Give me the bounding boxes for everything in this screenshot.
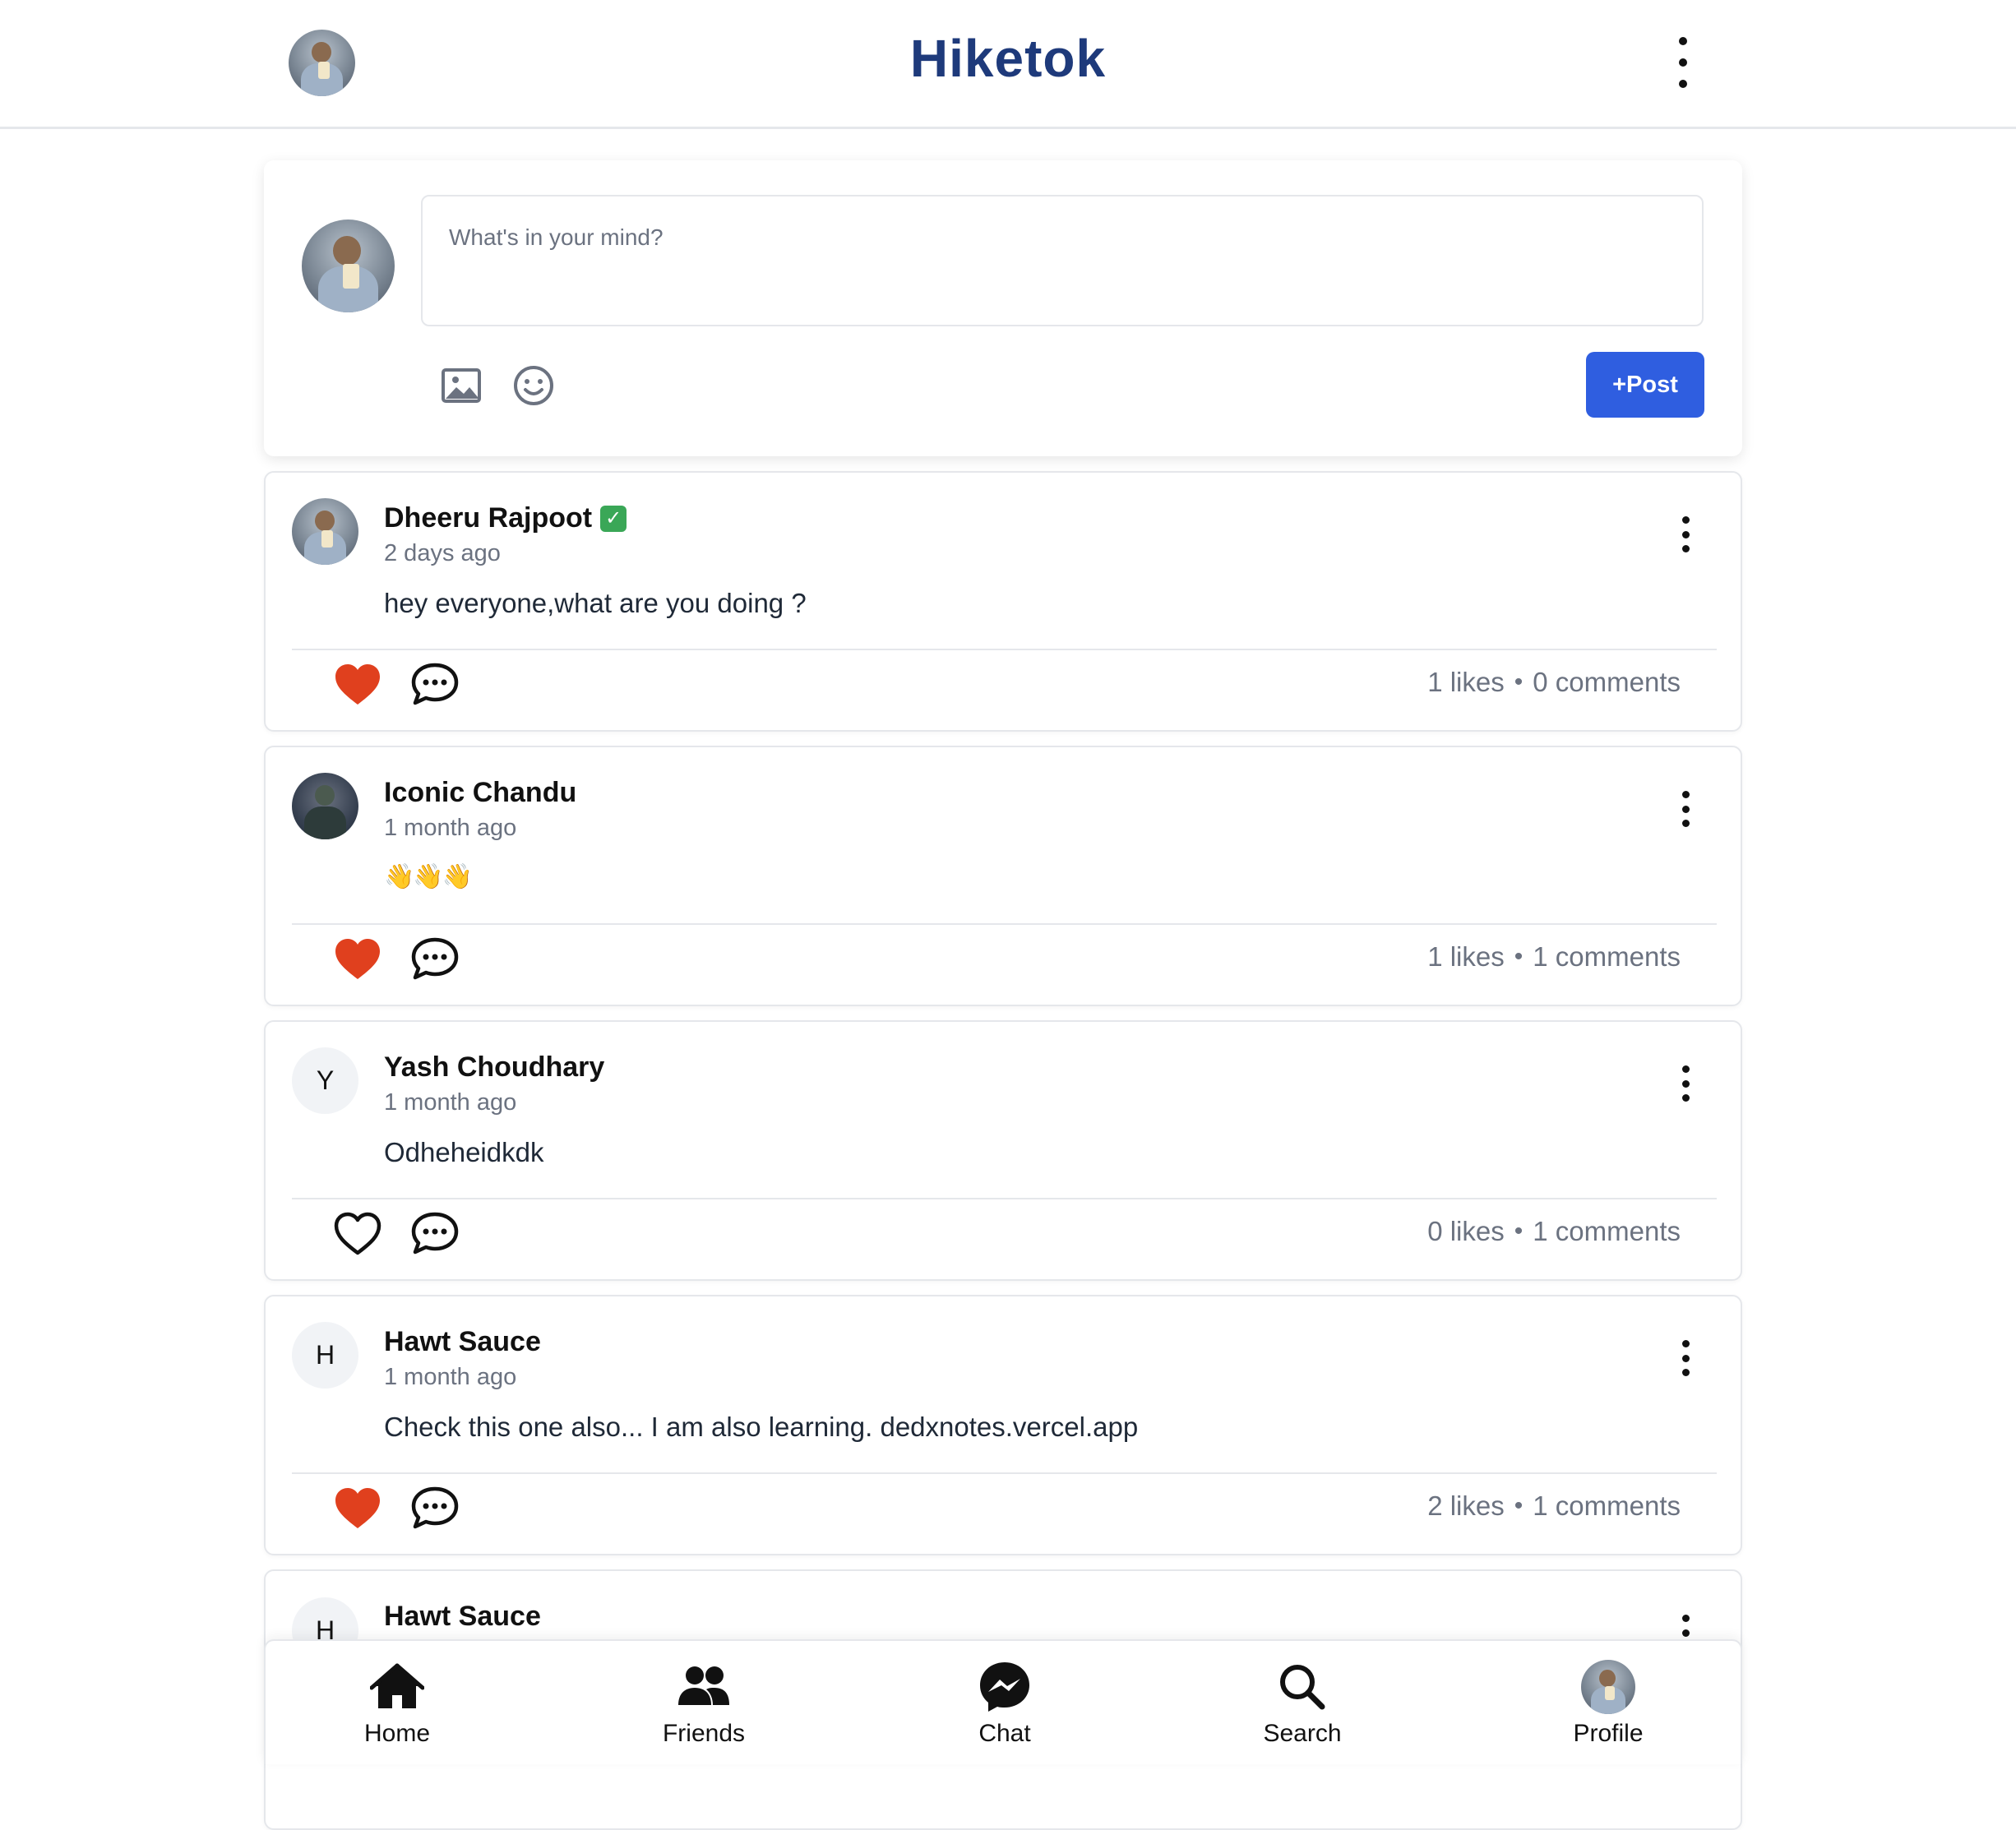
post-stats: 1 likes • 0 comments: [1427, 667, 1681, 698]
post-more-icon[interactable]: [1677, 1065, 1694, 1102]
post-author-name[interactable]: Yash Choudhary: [384, 1051, 604, 1084]
post-timestamp: 2 days ago: [384, 540, 501, 566]
comments-count[interactable]: 1 comments: [1533, 941, 1681, 973]
post-timestamp: 1 month ago: [384, 1089, 517, 1116]
app-title: Hiketok: [909, 29, 1107, 88]
bottom-navigation: Home Friends Chat Search Profile: [264, 1639, 1742, 1764]
divider: [292, 1472, 1717, 1474]
post-more-icon[interactable]: [1677, 516, 1694, 552]
nav-profile[interactable]: Profile: [1510, 1641, 1707, 1766]
heart-outline-icon[interactable]: [333, 1212, 382, 1256]
post-card: Iconic Chandu 1 month ago 👋👋👋 1 likes • …: [264, 746, 1742, 1006]
post-timestamp: 1 month ago: [384, 815, 517, 841]
heart-filled-icon[interactable]: [333, 1486, 382, 1531]
post-author-avatar[interactable]: [292, 773, 358, 839]
post-author[interactable]: Dheeru Rajpoot ✓: [384, 502, 627, 534]
post-text: Odheheidkdk: [384, 1137, 544, 1167]
search-icon: [1280, 1665, 1325, 1710]
nav-label: Search: [1263, 1720, 1342, 1747]
heart-filled-icon[interactable]: [333, 937, 382, 982]
post-card: Dheeru Rajpoot ✓ 2 days ago hey everyone…: [264, 471, 1742, 732]
nav-friends[interactable]: Friends: [605, 1641, 802, 1766]
comment-icon[interactable]: [410, 661, 460, 707]
comments-count[interactable]: 1 comments: [1533, 1216, 1681, 1247]
post-text: 👋👋👋: [384, 863, 473, 890]
stats-separator: •: [1514, 1218, 1524, 1245]
more-vertical-icon[interactable]: [1664, 37, 1702, 88]
post-card: H Hawt Sauce 1 month ago Check this one …: [264, 1295, 1742, 1555]
divider: [292, 923, 1717, 925]
post-stats: 2 likes • 1 comments: [1427, 1490, 1681, 1522]
top-header: Hiketok: [0, 0, 2016, 129]
likes-count[interactable]: 0 likes: [1427, 1216, 1505, 1247]
post-author[interactable]: Hawt Sauce: [384, 1326, 541, 1358]
post-text-input[interactable]: What's in your mind?: [421, 195, 1704, 326]
post-stats: 1 likes • 1 comments: [1427, 941, 1681, 973]
post-author-name[interactable]: Hawt Sauce: [384, 1601, 541, 1633]
post-button[interactable]: +Post: [1586, 352, 1704, 418]
post-card: Y Yash Choudhary 1 month ago Odheheidkdk…: [264, 1020, 1742, 1281]
post-author-avatar[interactable]: [292, 498, 358, 565]
stats-separator: •: [1514, 668, 1524, 695]
nav-search[interactable]: Search: [1204, 1641, 1401, 1766]
post-author[interactable]: Yash Choudhary: [384, 1051, 604, 1084]
heart-filled-icon[interactable]: [333, 663, 382, 707]
composer-avatar: [302, 220, 395, 312]
nav-label: Profile: [1573, 1720, 1644, 1747]
comment-icon[interactable]: [410, 1485, 460, 1531]
comments-count[interactable]: 0 comments: [1533, 667, 1681, 698]
comment-icon[interactable]: [410, 936, 460, 982]
post-author[interactable]: Iconic Chandu: [384, 777, 576, 809]
comment-icon[interactable]: [410, 1210, 460, 1256]
messenger-icon: [980, 1662, 1029, 1712]
post-stats: 0 likes • 1 comments: [1427, 1216, 1681, 1247]
post-more-icon[interactable]: [1677, 791, 1694, 827]
post-more-icon[interactable]: [1677, 1340, 1694, 1376]
post-author-avatar[interactable]: H: [292, 1322, 358, 1389]
image-icon[interactable]: [438, 363, 484, 409]
home-icon: [370, 1663, 424, 1708]
likes-count[interactable]: 1 likes: [1427, 667, 1505, 698]
post-author-name[interactable]: Hawt Sauce: [384, 1326, 541, 1358]
nav-home[interactable]: Home: [298, 1641, 496, 1766]
friends-icon: [678, 1666, 729, 1705]
post-text: hey everyone,what are you doing ?: [384, 588, 807, 618]
stats-separator: •: [1514, 1492, 1524, 1519]
post-composer: What's in your mind? +Post: [264, 160, 1742, 456]
post-text: Check this one also... I am also learnin…: [384, 1412, 1139, 1442]
nav-label: Home: [363, 1720, 431, 1747]
post-author[interactable]: Hawt Sauce: [384, 1601, 541, 1633]
stats-separator: •: [1514, 943, 1524, 970]
verified-badge-icon: ✓: [600, 505, 627, 532]
post-author-name[interactable]: Iconic Chandu: [384, 777, 576, 809]
smile-icon[interactable]: [511, 363, 557, 409]
nav-label: Chat: [978, 1720, 1031, 1747]
post-author-name[interactable]: Dheeru Rajpoot: [384, 502, 592, 534]
nav-chat[interactable]: Chat: [906, 1641, 1103, 1766]
post-timestamp: 1 month ago: [384, 1364, 517, 1390]
likes-count[interactable]: 1 likes: [1427, 941, 1505, 973]
divider: [292, 1198, 1717, 1199]
post-author-avatar[interactable]: Y: [292, 1047, 358, 1114]
likes-count[interactable]: 2 likes: [1427, 1490, 1505, 1522]
profile-avatar: [1581, 1660, 1635, 1714]
nav-label: Friends: [662, 1720, 746, 1747]
divider: [292, 649, 1717, 650]
comments-count[interactable]: 1 comments: [1533, 1490, 1681, 1522]
